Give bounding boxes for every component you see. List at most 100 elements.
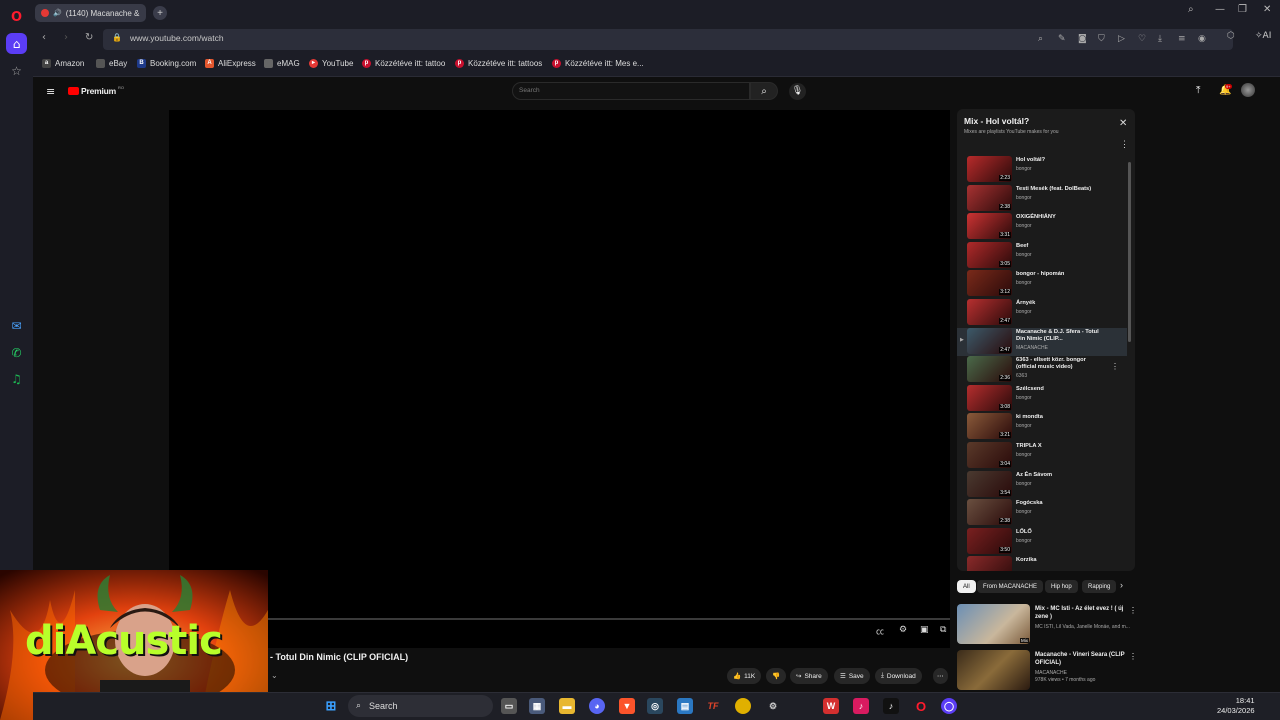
steam-icon[interactable]: ◎ <box>647 698 663 714</box>
opera-gx-icon[interactable]: ◯ <box>941 698 957 714</box>
hamburger-menu-icon[interactable]: ≡ <box>46 85 55 98</box>
share-button[interactable]: ↪ Share <box>790 668 828 684</box>
task-view-icon[interactable]: ▭ <box>501 698 517 714</box>
bookmark-booking[interactable]: B Booking.com <box>137 59 196 68</box>
star-icon[interactable]: ☆ <box>6 60 27 81</box>
avatar[interactable] <box>1241 83 1255 97</box>
heart-icon[interactable]: ♡ <box>1138 34 1146 44</box>
settings-gear-icon[interactable]: ⚙ <box>765 698 781 714</box>
playlist-item[interactable]: 2:36 6363 - ellsett közr. bongor (officia… <box>957 356 1127 384</box>
coin-app-icon[interactable] <box>735 698 751 714</box>
bookmark-amazon[interactable]: a Amazon <box>42 59 84 68</box>
miniplayer-icon[interactable]: ▣ <box>920 625 929 635</box>
search-icon[interactable]: ⌕ <box>1038 34 1043 44</box>
opera-logo-icon[interactable]: O <box>6 7 27 28</box>
edit-icon[interactable]: ✎ <box>1058 34 1066 44</box>
wps-office-icon[interactable]: W <box>823 698 839 714</box>
youtube-premium-logo[interactable]: Premium RO <box>68 85 124 96</box>
back-button[interactable]: ‹ <box>42 32 46 43</box>
tf-app-icon[interactable]: TF <box>705 698 721 714</box>
playlist-item[interactable]: 3:05 Beef bongor <box>957 241 1127 270</box>
more-vert-icon[interactable]: ⋮ <box>1120 139 1129 150</box>
playlist-item[interactable]: 3:50 LŐLŐ bongor <box>957 527 1127 556</box>
opera-icon[interactable]: O <box>913 698 929 714</box>
like-button[interactable]: 👍 11K <box>727 668 762 684</box>
minimize-button[interactable]: — <box>1215 4 1225 15</box>
bookmark-aliexpress[interactable]: A AliExpress <box>205 59 256 68</box>
chip-rapping[interactable]: Rapping <box>1082 580 1116 593</box>
close-icon[interactable]: ✕ <box>1119 118 1127 129</box>
reload-button[interactable]: ↻ <box>85 32 93 43</box>
search-input[interactable]: Search <box>512 82 750 100</box>
playlist-scrollbar[interactable] <box>1128 162 1131 342</box>
playlist-item[interactable]: 3:31 OXIGÉNHIÁNY bongor <box>957 213 1127 241</box>
browser-tab[interactable]: 🔊 (1140) Macanache & <box>35 4 146 22</box>
url-bar[interactable]: 🔒 www.youtube.com/watch ⌕ ✎ ◙ ⛉ ▷ ♡ ⤓ ≡ … <box>103 29 1233 50</box>
search-button[interactable]: ⌕ <box>750 82 778 100</box>
menu-icon[interactable]: ≡ <box>1178 34 1186 44</box>
profile-icon[interactable]: ◉ <box>1198 34 1206 44</box>
playlist-item[interactable]: 2:23 Hol voltál? bongor <box>957 156 1127 184</box>
spotify-icon[interactable]: ♫ <box>6 368 27 389</box>
playlist-item[interactable]: 3:08 Szélcsend bongor <box>957 384 1127 413</box>
playlist-item[interactable]: 2:38 Fogócska bongor <box>957 499 1127 527</box>
bookmark-pinterest-2[interactable]: p Közzétéve itt: tattoos <box>455 59 542 68</box>
file-explorer-icon[interactable]: ▬ <box>559 698 575 714</box>
taskbar-clock[interactable]: 18:41 24/03/2026 <box>1217 696 1255 716</box>
chip-from-macanache[interactable]: From MACANACHE <box>977 580 1044 593</box>
maximize-button[interactable]: ❐ <box>1238 4 1247 15</box>
forward-button[interactable]: › <box>64 32 68 43</box>
playlist-item[interactable]: 3:12 bongor - hipomán bongor <box>957 270 1127 298</box>
download-button[interactable]: ⤓ Download <box>875 668 922 684</box>
camera-icon[interactable]: ◙ <box>1078 34 1087 44</box>
theater-mode-icon[interactable]: ⧉ <box>940 625 946 635</box>
new-tab-button[interactable]: + <box>153 6 167 20</box>
chevron-down-icon[interactable]: ⌄ <box>271 671 278 680</box>
store-icon[interactable]: ▤ <box>677 698 693 714</box>
bookmark-ebay[interactable]: eBay <box>96 59 127 68</box>
more-actions-button[interactable]: ⋯ <box>933 668 948 684</box>
save-button[interactable]: ☰ Save <box>834 668 870 684</box>
progress-bar[interactable] <box>169 618 950 620</box>
widgets-icon[interactable]: ▦ <box>529 698 545 714</box>
url-text[interactable]: www.youtube.com/watch <box>130 33 224 43</box>
play-icon[interactable]: ▷ <box>1118 34 1125 44</box>
more-vert-icon[interactable]: ⋮ <box>1111 362 1119 371</box>
playlist-item[interactable]: 2:47 Macanache & D.J. Sfera - Totul Din N… <box>957 327 1127 356</box>
windows-start-icon[interactable]: ⊞ <box>323 698 339 714</box>
chip-hip-hop[interactable]: Hip hop <box>1045 580 1078 593</box>
discord-icon[interactable]: ◕ <box>589 698 605 714</box>
playlist-item[interactable]: 3:54 Az Én Sávom bongor <box>957 470 1127 499</box>
close-window-button[interactable]: ✕ <box>1263 4 1271 15</box>
chevron-right-icon[interactable]: › <box>1120 580 1123 590</box>
subtitles-icon[interactable]: ㏄ <box>876 626 884 637</box>
playlist-item[interactable]: 2:38 Testi Mesék (feat. DolBeats) bongor <box>957 184 1127 213</box>
playlist-item[interactable]: 3:04 TRIPLA X bongor <box>957 442 1127 470</box>
search-tabs-icon[interactable]: ⌕ <box>1188 4 1194 15</box>
whatsapp-icon[interactable]: ✆ <box>6 342 27 363</box>
tiktok-alt-icon[interactable]: ♪ <box>883 698 899 714</box>
more-vert-icon[interactable]: ⋮ <box>1129 652 1137 661</box>
bookmark-youtube[interactable]: ▸ YouTube <box>309 59 353 68</box>
playlist-item[interactable]: Korzika <box>957 556 1127 571</box>
bookmark-pinterest-3[interactable]: p Közzétéve itt: Mes e... <box>552 59 644 68</box>
playlist-item[interactable]: 3:21 ki mondta bongor <box>957 413 1127 441</box>
home-icon[interactable]: ⌂ <box>6 33 27 54</box>
upload-icon[interactable]: ⤒ <box>1196 85 1200 96</box>
more-vert-icon[interactable]: ⋮ <box>1129 606 1137 615</box>
dislike-button[interactable]: 👎 <box>766 668 787 684</box>
settings-gear-icon[interactable]: ⚙ <box>899 625 907 635</box>
download-icon[interactable]: ⤓ <box>1158 34 1162 44</box>
shield-icon[interactable]: ⛉ <box>1098 34 1105 44</box>
chip-all[interactable]: All <box>957 580 976 593</box>
recommendation-video[interactable]: Macanache - Vineri Seara (CLIP OFICIAL) … <box>957 650 1137 690</box>
bookmark-emag[interactable]: eMAG <box>264 59 300 68</box>
messenger-icon[interactable]: ✉ <box>6 315 27 336</box>
microphone-icon[interactable]: 🎙 <box>789 83 806 100</box>
video-player[interactable]: ㏄ ⚙ ▣ ⧉ <box>169 110 950 648</box>
aria-ai-button[interactable]: ✧AI <box>1255 31 1271 41</box>
extensions-icon[interactable]: ⬡ <box>1227 31 1235 41</box>
bookmark-pinterest-1[interactable]: p Közzétéve itt: tattoo <box>362 59 445 68</box>
tiktok-icon[interactable]: ♪ <box>853 698 869 714</box>
playlist-item[interactable]: 2:47 Árnyék bongor <box>957 299 1127 327</box>
